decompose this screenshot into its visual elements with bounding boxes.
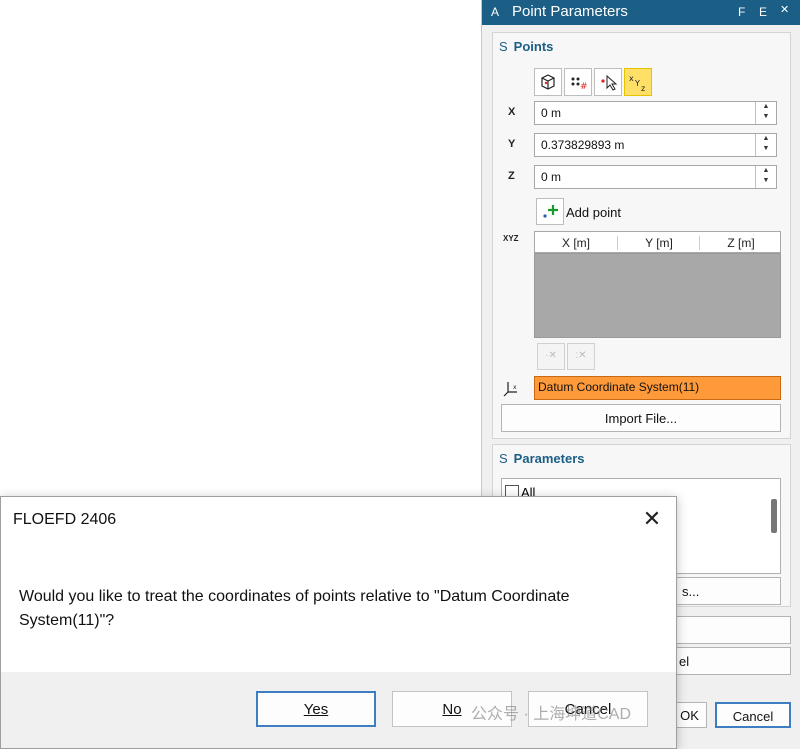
- add-point-label[interactable]: Add point: [566, 205, 621, 220]
- points-pattern-button[interactable]: #: [564, 68, 592, 96]
- ok-button[interactable]: OK: [672, 702, 707, 728]
- svg-text:x: x: [513, 384, 517, 391]
- select-on-model-button[interactable]: [534, 68, 562, 96]
- z-spinner[interactable]: ▲ ▼: [755, 166, 776, 188]
- title-f-button[interactable]: F: [738, 5, 745, 19]
- svg-text:Y: Y: [634, 79, 640, 88]
- svg-text:z: z: [641, 84, 645, 93]
- import-file-button[interactable]: Import File...: [501, 404, 781, 432]
- delete-point-button[interactable]: ·✕: [537, 343, 565, 370]
- parameters-scrollbar[interactable]: [771, 499, 777, 533]
- xyz-table-icon: XYZ: [503, 234, 519, 243]
- coordinate-system-field[interactable]: Datum Coordinate System(11): [534, 376, 781, 400]
- xyz-coordinates-button[interactable]: xYz: [624, 68, 652, 96]
- title-e-button[interactable]: E: [759, 5, 767, 19]
- x-label: X: [508, 106, 516, 118]
- title-close-icon[interactable]: ✕: [780, 3, 789, 16]
- y-label: Y: [508, 138, 516, 150]
- dialog-title: FLOEFD 2406: [13, 511, 117, 528]
- yes-button[interactable]: Yes: [256, 691, 376, 727]
- svg-text:x: x: [629, 74, 634, 83]
- parameters-group-title[interactable]: S Parameters: [499, 451, 585, 466]
- panel-cancel-button[interactable]: Cancel: [715, 702, 791, 728]
- col-x-header[interactable]: X [m]: [535, 236, 617, 250]
- y-field[interactable]: 0.373829893 m ▲ ▼: [534, 133, 777, 157]
- dots-pattern-icon: #: [571, 77, 588, 92]
- col-z-header[interactable]: Z [m]: [699, 236, 782, 250]
- xyz-icon: xYz: [629, 74, 645, 93]
- col-y-header[interactable]: Y [m]: [617, 236, 700, 250]
- points-group-title[interactable]: S Points: [499, 39, 553, 54]
- panel-title: Point Parameters: [512, 3, 628, 20]
- points-table-header: X [m] Y [m] Z [m]: [534, 231, 781, 253]
- x-field[interactable]: 0 m ▲ ▼: [534, 101, 777, 125]
- delete-all-points-button[interactable]: :✕: [567, 343, 595, 370]
- dialog-close-icon[interactable]: ✕: [639, 507, 665, 533]
- pick-point-button[interactable]: [594, 68, 622, 96]
- z-field[interactable]: 0 m ▲ ▼: [534, 165, 777, 189]
- add-point-icon: [543, 205, 558, 218]
- pick-cursor-icon: [601, 74, 618, 91]
- z-label: Z: [508, 170, 515, 182]
- x-spinner[interactable]: ▲ ▼: [755, 102, 776, 124]
- svg-text:#: #: [580, 82, 588, 92]
- delete-all-icon: :✕: [575, 350, 587, 361]
- coordinate-system-icon: x: [503, 382, 517, 397]
- points-table-body[interactable]: [534, 253, 781, 338]
- cube-icon: [541, 74, 555, 90]
- panel-titlebar: A Point Parameters F E ✕: [482, 0, 800, 25]
- y-spinner[interactable]: ▲ ▼: [755, 134, 776, 156]
- dialog-message: Would you like to treat the coordinates …: [19, 588, 570, 629]
- watermark: 公众号 · 上海坤道CAD: [471, 706, 632, 723]
- title-prefix: A: [491, 5, 500, 19]
- add-point-button[interactable]: [536, 198, 564, 225]
- delete-point-icon: ·✕: [545, 350, 557, 361]
